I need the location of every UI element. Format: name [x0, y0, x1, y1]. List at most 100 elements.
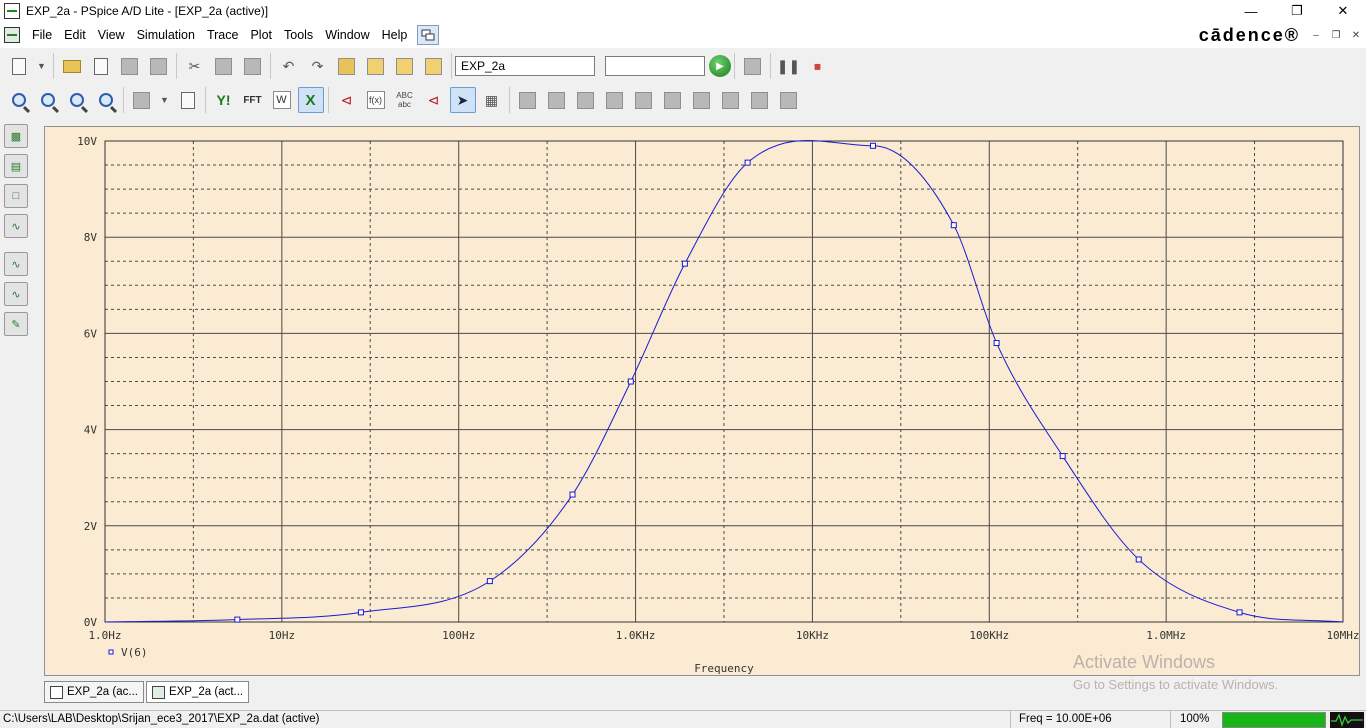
edit-plot-button[interactable]: ∿	[4, 282, 28, 306]
cursor-point-button[interactable]	[660, 87, 686, 113]
run-simulation-button[interactable]: ▶	[709, 55, 731, 77]
undo-button[interactable]: ↶	[276, 53, 302, 79]
data-file-icon	[93, 57, 108, 75]
cut-button[interactable]: ✂	[182, 53, 208, 79]
cursor-min-icon	[606, 91, 623, 109]
menu-bar: File Edit View Simulation Trace Plot Too…	[0, 22, 1366, 48]
frequency-response-plot[interactable]: 0V 2V 4V 6V 8V 10V 1.0Hz 10Hz 100Hz 1.0KHz 10KHz 10…	[45, 127, 1359, 675]
mark-data-points-button[interactable]	[776, 87, 802, 113]
left-tool-strip: ▩ ▤ □ ∿ ∿ ∿ ✎	[0, 118, 36, 678]
mdi-close-button[interactable]: ✕	[1346, 26, 1366, 44]
menu-view[interactable]: View	[92, 22, 131, 48]
bookmark-button[interactable]	[334, 53, 360, 79]
open-file-button[interactable]	[59, 53, 85, 79]
open-data-button[interactable]	[88, 53, 114, 79]
zoom-in-button[interactable]	[6, 87, 32, 113]
add-plot-button[interactable]: ∿	[4, 252, 28, 276]
window-controls: — ❐ ✕	[1228, 0, 1366, 22]
document-icon[interactable]	[4, 27, 20, 43]
menu-window[interactable]: Window	[319, 22, 375, 48]
save-button[interactable]	[117, 53, 143, 79]
x-axis-title: Frequency	[694, 662, 754, 675]
toggle-grid-button[interactable]: ▦	[479, 87, 505, 113]
view-output-file-button[interactable]: □	[4, 184, 28, 208]
mdi-minimize-button[interactable]: –	[1306, 26, 1326, 44]
menu-plot[interactable]: Plot	[244, 22, 278, 48]
print-button[interactable]	[146, 53, 172, 79]
simulation-section-field[interactable]	[605, 56, 705, 76]
x-tick-label: 10KHz	[796, 629, 829, 642]
simulation-output-button[interactable]: ▩	[4, 124, 28, 148]
performance-analysis-button[interactable]: W	[269, 87, 295, 113]
zoom-area-button[interactable]	[64, 87, 90, 113]
cursor-peak-button[interactable]	[515, 87, 541, 113]
zoom-fit-button[interactable]	[93, 87, 119, 113]
new-file-button[interactable]	[6, 53, 32, 79]
cursor-slope-button[interactable]	[573, 87, 599, 113]
mdi-restore-button[interactable]: ❐	[1326, 26, 1346, 44]
cursor-min-button[interactable]	[602, 87, 628, 113]
zoom-out-button[interactable]	[35, 87, 61, 113]
waveform-activity-icon	[1331, 713, 1363, 728]
pspice-app-icon[interactable]	[4, 3, 20, 19]
new-dropdown-button[interactable]: ▼	[35, 53, 49, 79]
cursor-search-button[interactable]	[689, 87, 715, 113]
log-axis-button[interactable]	[129, 87, 155, 113]
add-label-button[interactable]: ABC abc	[392, 87, 418, 113]
edit-measurement-button[interactable]: ✎	[4, 312, 28, 336]
simulation-profile-field[interactable]	[455, 56, 595, 76]
eval-goal-function-button[interactable]: f(x)	[363, 87, 389, 113]
cursor-max-button[interactable]	[631, 87, 657, 113]
cursor-point-icon	[664, 91, 681, 109]
zoom-area-icon	[69, 93, 84, 107]
copy-to-clipboard-button[interactable]	[175, 87, 201, 113]
probe-window-button[interactable]: ∿	[4, 214, 28, 238]
select-pointer-button[interactable]: ➤	[449, 87, 476, 113]
pause-simulation-button[interactable]: ❚❚	[776, 53, 802, 79]
copy-button[interactable]	[211, 53, 237, 79]
tab-exp-2a-output[interactable]: EXP_2a (ac...	[44, 681, 144, 703]
restore-button[interactable]: ❐	[1274, 0, 1320, 22]
y-tick-label: 0V	[84, 616, 98, 629]
axis-dropdown-button[interactable]: ▼	[158, 87, 172, 113]
save-icon	[121, 57, 138, 75]
view-simulation-results-button[interactable]	[740, 53, 766, 79]
close-button[interactable]: ✕	[1320, 0, 1366, 22]
bookmark-clear-button[interactable]	[421, 53, 447, 79]
mark-label-button[interactable]: ⊲	[421, 87, 447, 113]
menu-file[interactable]: File	[26, 22, 58, 48]
menu-edit[interactable]: Edit	[58, 22, 92, 48]
stop-simulation-button[interactable]: ⏹	[805, 53, 831, 79]
menu-simulation[interactable]: Simulation	[131, 22, 201, 48]
menu-trace[interactable]: Trace	[201, 22, 245, 48]
legend-entry-v6[interactable]: V(6)	[121, 646, 148, 659]
probe-plot-window[interactable]: 0V 2V 4V 6V 8V 10V 1.0Hz 10Hz 100Hz 1.0KHz 10KHz 10…	[44, 126, 1360, 676]
fft-button[interactable]: FFT	[240, 87, 266, 113]
simulation-status-button[interactable]: ▤	[4, 154, 28, 178]
excel-export-button[interactable]: X	[297, 87, 324, 113]
menu-help[interactable]: Help	[376, 22, 414, 48]
bookmark-icon	[338, 57, 355, 75]
cursor-slope-icon	[577, 91, 594, 109]
minimize-button[interactable]: —	[1228, 0, 1274, 22]
bookmark-prev-button[interactable]	[392, 53, 418, 79]
add-y-axis-button[interactable]: Y!	[211, 87, 237, 113]
paste-button[interactable]	[240, 53, 266, 79]
cursor-prev-transition-button[interactable]	[747, 87, 773, 113]
tab-exp-2a-probe[interactable]: EXP_2a (act...	[145, 681, 250, 703]
stop-icon: ⏹	[814, 57, 821, 74]
toolbar-separator	[205, 87, 206, 113]
output-file-icon	[50, 685, 63, 699]
window-layout-icon[interactable]	[417, 25, 440, 45]
cursor-next-transition-button[interactable]	[718, 87, 744, 113]
status-file-path: C:\Users\LAB\Desktop\Srijan_ece3_2017\EX…	[3, 713, 320, 725]
bookmark-next-button[interactable]	[363, 53, 389, 79]
data-point-marker	[357, 609, 364, 616]
redo-button[interactable]: ↷	[305, 53, 331, 79]
cursor-trough-button[interactable]	[544, 87, 570, 113]
menu-tools[interactable]: Tools	[278, 22, 319, 48]
toolbar-separator	[123, 87, 124, 113]
cursor-trough-icon	[548, 91, 565, 109]
measurement-icon: ✎	[11, 318, 21, 331]
add-trace-button[interactable]: ⊲	[334, 87, 360, 113]
